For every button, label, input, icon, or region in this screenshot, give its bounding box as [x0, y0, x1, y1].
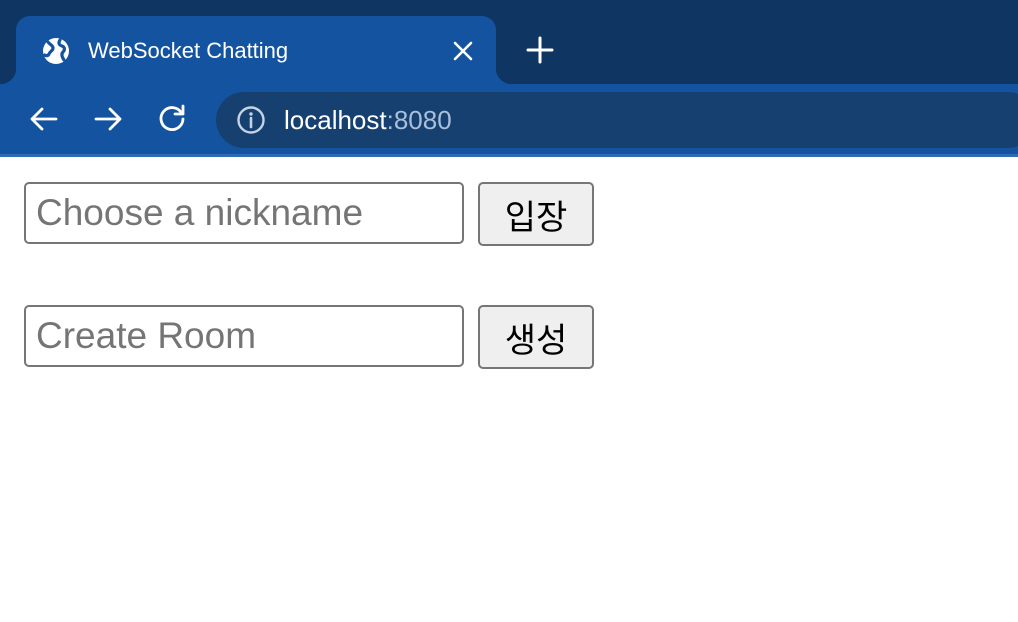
plus-icon[interactable] [524, 34, 556, 66]
enter-button[interactable]: 입장 [478, 182, 594, 246]
url-port: :8080 [386, 105, 452, 135]
browser-toolbar: localhost:8080 [0, 84, 1018, 154]
arrow-left-icon[interactable] [27, 102, 61, 136]
tab-strip: WebSocket Chatting [0, 0, 1018, 84]
close-icon[interactable] [450, 38, 476, 64]
arrow-right-icon[interactable] [91, 102, 125, 136]
info-icon[interactable] [236, 105, 266, 135]
page-content: 입장 생성 [0, 157, 1018, 622]
room-name-input[interactable] [24, 305, 464, 367]
reload-icon[interactable] [155, 102, 189, 136]
create-room-button[interactable]: 생성 [478, 305, 594, 369]
url-text: localhost:8080 [284, 104, 452, 136]
url-host: localhost [284, 105, 387, 135]
tab-title: WebSocket Chatting [88, 38, 289, 63]
nickname-input[interactable] [24, 182, 464, 244]
tab-websocket-chatting[interactable]: WebSocket Chatting [0, 16, 512, 84]
globe-icon [41, 36, 71, 66]
address-bar[interactable]: localhost:8080 [216, 92, 1018, 148]
browser-window: WebSocket Chatting localhost:8080 Choose… [0, 0, 1018, 622]
